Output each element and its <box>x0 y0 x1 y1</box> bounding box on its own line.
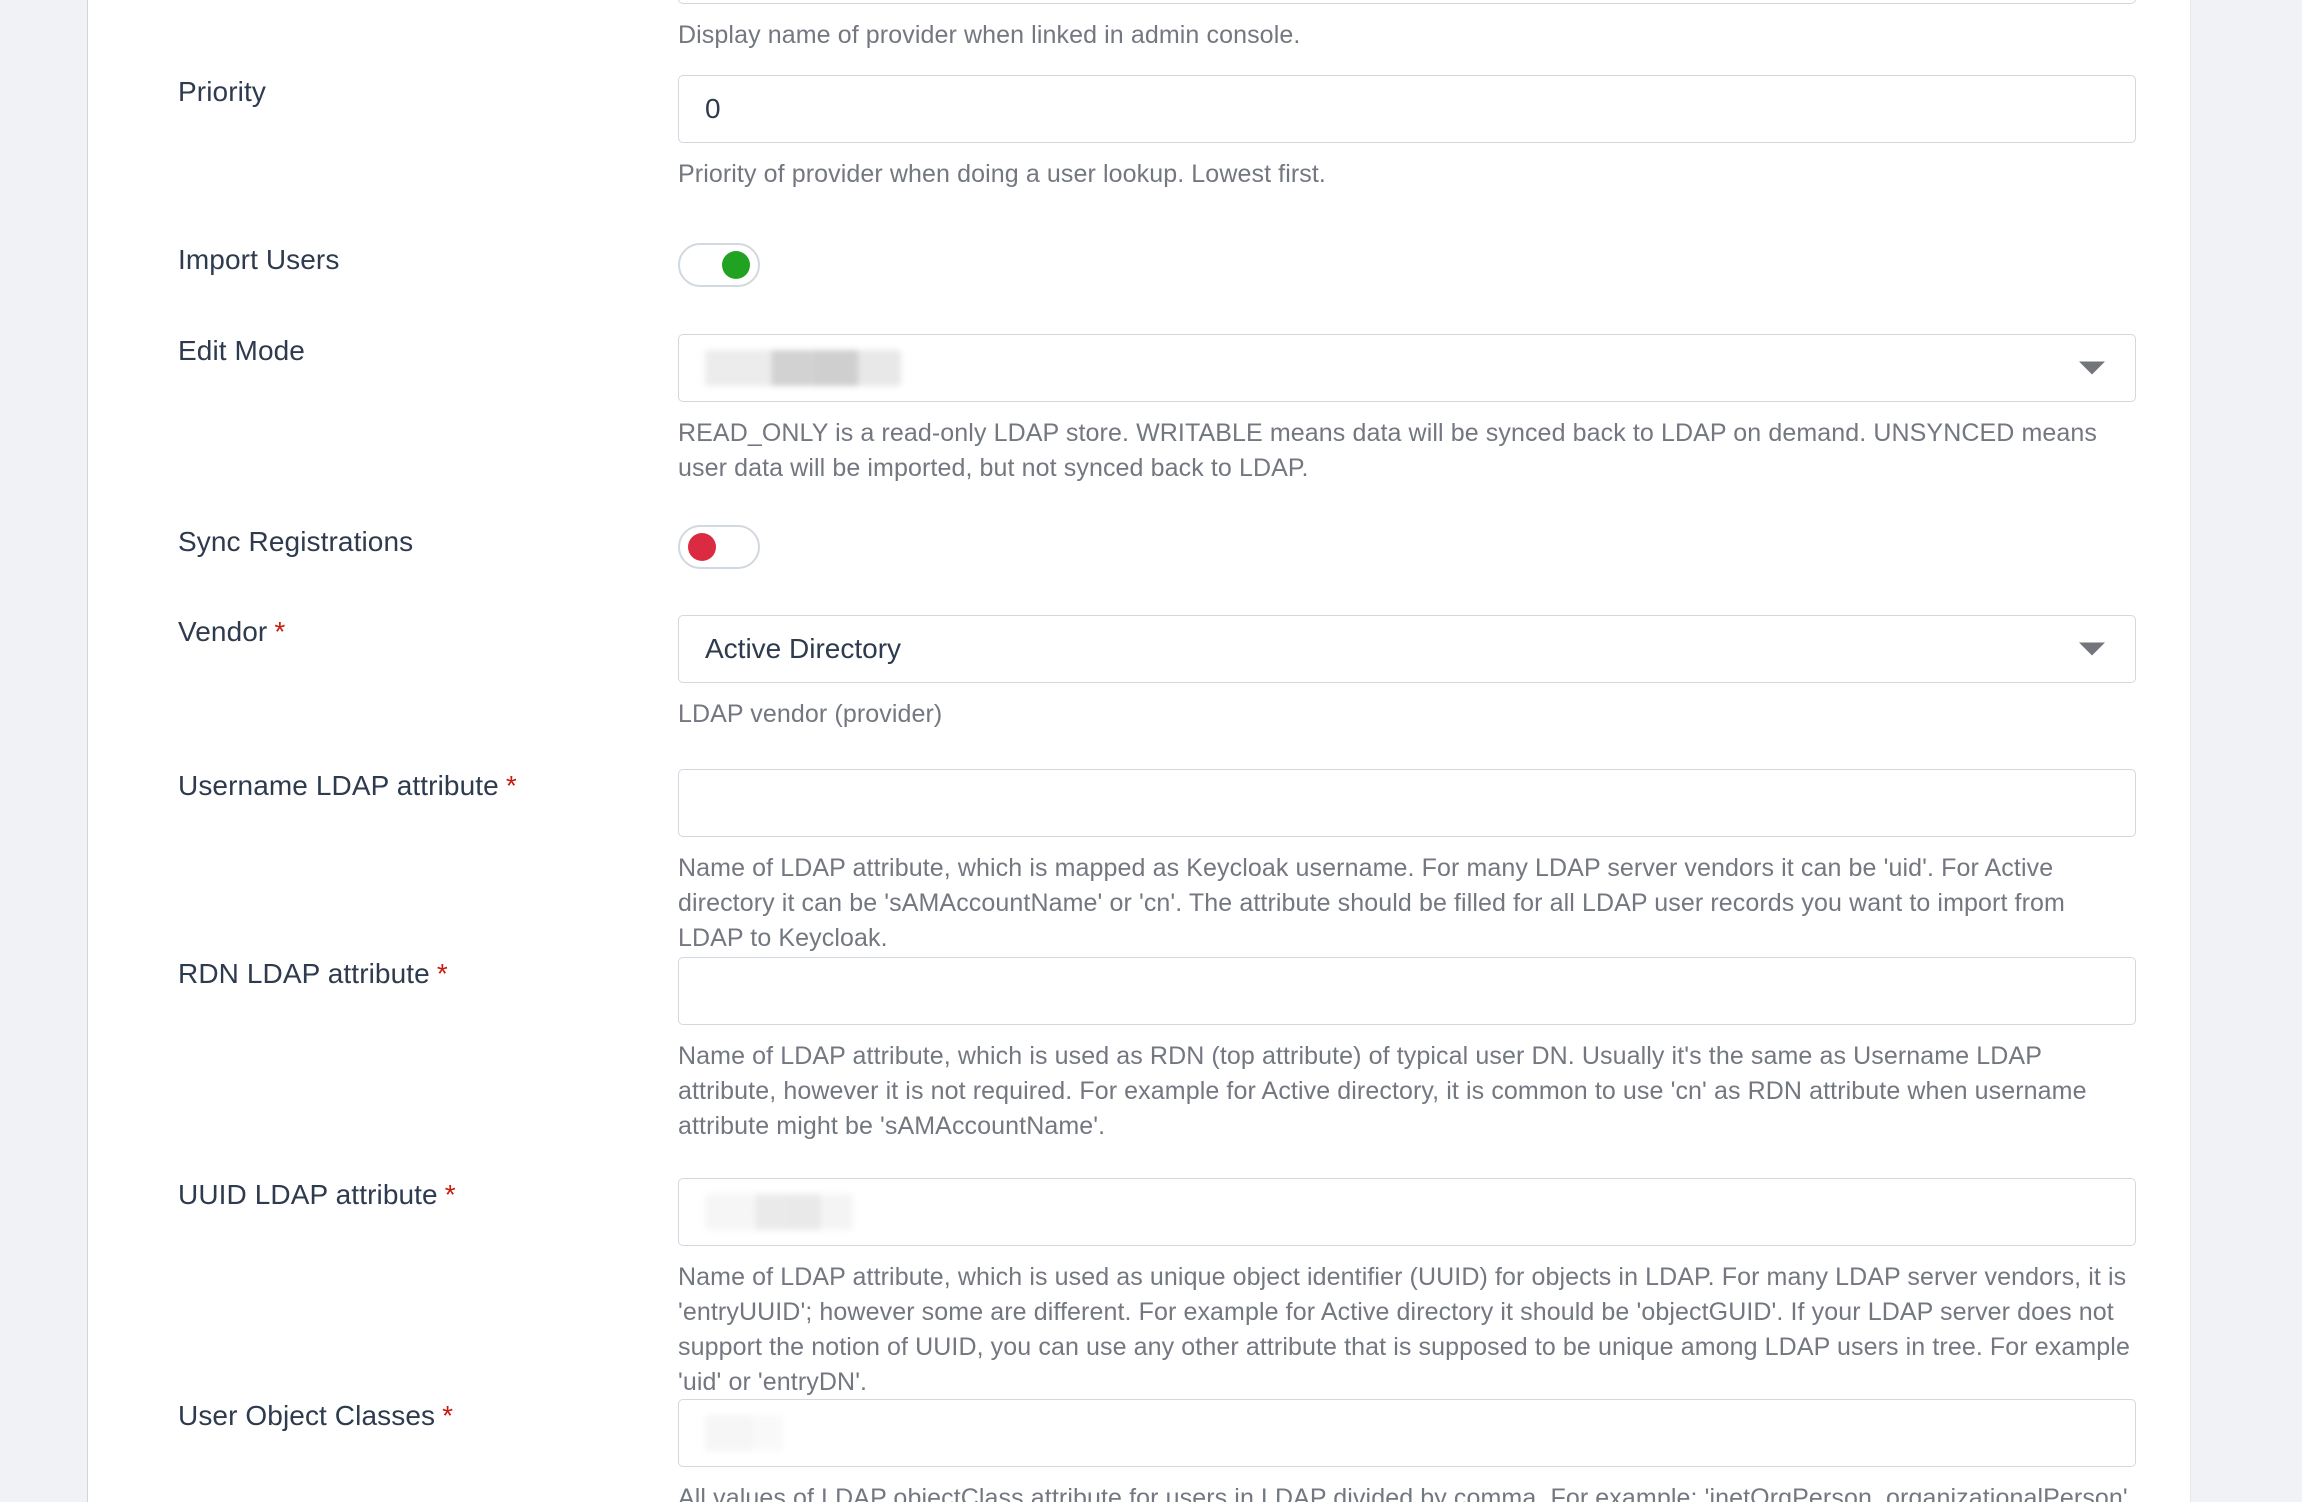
page-root: Display name of provider when linked in … <box>0 0 2302 1502</box>
required-asterisk-username-ldap-attribute: * <box>505 770 517 801</box>
user-object-classes-redacted-value <box>705 1415 783 1451</box>
label-username-ldap-attribute: Username LDAP attribute * <box>178 769 678 803</box>
label-edit-mode-text: Edit Mode <box>178 335 305 366</box>
edit-mode-redacted-value <box>705 350 901 386</box>
rdn-ldap-attribute-helper-text: Name of LDAP attribute, which is used as… <box>678 1042 2087 1140</box>
required-asterisk-rdn-ldap-attribute: * <box>436 958 448 989</box>
user-object-classes-input[interactable] <box>678 1399 2136 1467</box>
label-sync-registrations-text: Sync Registrations <box>178 526 414 557</box>
label-username-ldap-attribute-text: Username LDAP attribute <box>178 770 499 801</box>
right-gutter <box>2190 0 2302 1502</box>
label-priority: Priority <box>178 75 678 109</box>
uuid-ldap-attribute-input[interactable] <box>678 1178 2136 1246</box>
edit-mode-select[interactable] <box>678 334 2136 402</box>
label-rdn-ldap-attribute-text: RDN LDAP attribute <box>178 958 430 989</box>
vendor-select[interactable]: Active Directory <box>678 615 2136 683</box>
required-asterisk-user-object-classes: * <box>442 1400 454 1431</box>
chevron-down-icon <box>2079 361 2105 375</box>
vendor-helper-text: LDAP vendor (provider) <box>678 700 943 728</box>
sync-registrations-toggle-knob <box>688 533 716 561</box>
uuid-ldap-attribute-helper-text: Name of LDAP attribute, which is used as… <box>678 1263 2130 1396</box>
label-edit-mode: Edit Mode <box>178 334 678 368</box>
required-asterisk-uuid-ldap-attribute: * <box>444 1179 456 1210</box>
priority-input[interactable]: 0 <box>678 75 2136 143</box>
uuid-ldap-attribute-redacted-value <box>705 1194 853 1230</box>
vendor-select-value: Active Directory <box>705 633 902 664</box>
label-priority-text: Priority <box>178 76 266 107</box>
ldap-settings-form: Display name of provider when linked in … <box>89 0 2190 1502</box>
import-users-toggle-knob <box>722 251 750 279</box>
chevron-down-icon <box>2079 642 2105 656</box>
username-ldap-attribute-helper-text: Name of LDAP attribute, which is mapped … <box>678 854 2065 952</box>
required-asterisk-vendor: * <box>274 616 286 647</box>
label-import-users: Import Users <box>178 243 678 277</box>
label-vendor-text: Vendor <box>178 616 268 647</box>
label-sync-registrations: Sync Registrations <box>178 525 678 559</box>
label-uuid-ldap-attribute: UUID LDAP attribute * <box>178 1178 678 1212</box>
label-vendor: Vendor * <box>178 615 678 649</box>
label-uuid-ldap-attribute-text: UUID LDAP attribute <box>178 1179 438 1210</box>
priority-input-value: 0 <box>705 93 721 124</box>
label-user-object-classes-text: User Object Classes <box>178 1400 436 1431</box>
user-object-classes-helper-text: All values of LDAP objectClass attribute… <box>678 1484 2128 1502</box>
priority-helper-text: Priority of provider when doing a user l… <box>678 160 1326 188</box>
import-users-toggle[interactable] <box>678 243 760 287</box>
username-ldap-attribute-input[interactable] <box>678 769 2136 837</box>
label-import-users-text: Import Users <box>178 244 340 275</box>
sync-registrations-toggle[interactable] <box>678 525 760 569</box>
label-rdn-ldap-attribute: RDN LDAP attribute * <box>178 957 678 991</box>
scrolled-field-helper-text: Display name of provider when linked in … <box>678 21 1301 49</box>
left-gutter <box>0 0 88 1502</box>
rdn-ldap-attribute-input[interactable] <box>678 957 2136 1025</box>
edit-mode-helper-text: READ_ONLY is a read-only LDAP store. WRI… <box>678 419 2098 482</box>
label-user-object-classes: User Object Classes * <box>178 1399 678 1433</box>
